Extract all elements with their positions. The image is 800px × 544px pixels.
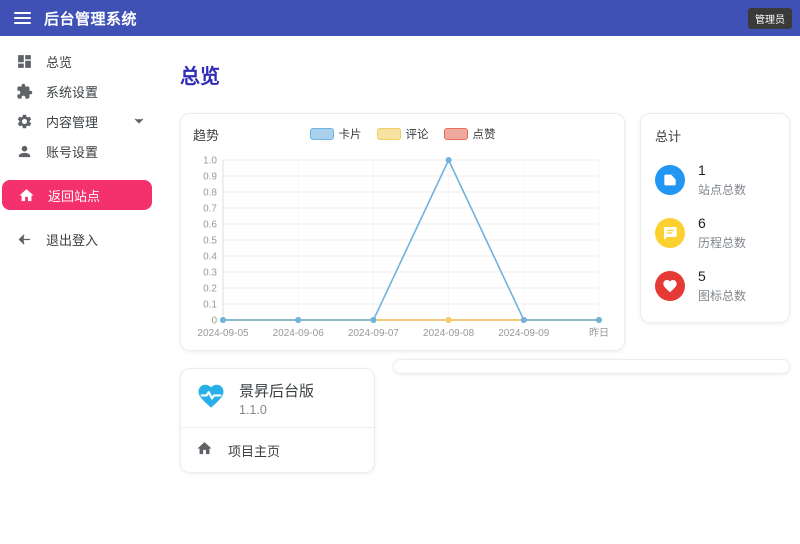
topbar: 后台管理系统 管理员 — [0, 0, 800, 36]
svg-text:2024-09-09: 2024-09-09 — [498, 328, 550, 339]
legend-label: 评论 — [406, 126, 429, 142]
svg-text:0: 0 — [211, 316, 217, 327]
stat-value: 6 — [698, 215, 746, 231]
sidebar-item-label: 账号设置 — [46, 142, 98, 161]
app-version: 1.1.0 — [239, 403, 314, 417]
sidebar-item-2[interactable]: 内容管理 — [0, 106, 160, 136]
home-icon — [17, 186, 35, 204]
sidebar: 总览系统设置内容管理账号设置返回站点退出登入 — [0, 36, 160, 254]
menu-icon[interactable] — [14, 10, 31, 26]
sidebar-item-4[interactable]: 返回站点 — [2, 180, 152, 210]
legend-label: 点赞 — [473, 126, 496, 142]
stat-label: 图标总数 — [698, 287, 746, 304]
sidebar-item-1[interactable]: 系统设置 — [0, 76, 160, 106]
arrow-left-icon — [15, 230, 33, 248]
admin-button[interactable]: 管理员 — [748, 8, 792, 29]
project-home-link[interactable]: 项目主页 — [181, 428, 374, 472]
legend-swatch — [377, 128, 401, 140]
sidebar-item-3[interactable]: 账号设置 — [0, 136, 160, 166]
svg-text:2024-09-06: 2024-09-06 — [273, 328, 325, 339]
heart-pulse-icon — [196, 381, 226, 416]
puzzle-icon — [15, 82, 33, 100]
legend-label: 卡片 — [339, 126, 362, 142]
totals-card-title: 总计 — [655, 126, 775, 145]
svg-text:0.6: 0.6 — [203, 220, 217, 231]
svg-text:2024-09-07: 2024-09-07 — [348, 328, 400, 339]
sidebar-item-label: 系统设置 — [46, 82, 98, 101]
about-card: 景昇后台版 1.1.0 项目主页 — [180, 368, 375, 473]
legend-item-0[interactable]: 卡片 — [310, 126, 362, 142]
dashboard-icon — [15, 52, 33, 70]
svg-text:昨日: 昨日 — [589, 327, 609, 339]
svg-text:0.4: 0.4 — [203, 252, 217, 263]
stat-value: 1 — [698, 162, 746, 178]
svg-text:2024-09-08: 2024-09-08 — [423, 328, 475, 339]
svg-text:0.8: 0.8 — [203, 188, 217, 199]
svg-text:0.1: 0.1 — [203, 300, 217, 311]
svg-text:0.9: 0.9 — [203, 172, 217, 183]
trend-card: 趋势 卡片评论点赞 00.10.20.30.40.50.60.70.80.91.… — [180, 113, 625, 351]
person-icon — [15, 142, 33, 160]
home-icon — [196, 440, 213, 460]
chevron-down-icon[interactable] — [132, 114, 146, 128]
svg-text:1.0: 1.0 — [203, 156, 217, 167]
sidebar-item-label: 总览 — [46, 52, 72, 71]
totals-stats: 1 站点总数 6 历程总数 5 图标总数 — [655, 162, 775, 304]
stat-row-0: 1 站点总数 — [655, 162, 775, 198]
app-name: 景昇后台版 — [239, 380, 314, 401]
app-title: 后台管理系统 — [44, 8, 137, 29]
sidebar-item-label: 退出登入 — [46, 230, 98, 249]
svg-text:0.2: 0.2 — [203, 284, 217, 295]
svg-text:2024-09-05: 2024-09-05 — [197, 328, 249, 339]
trend-line-chart[interactable]: 0 0.1 0.2 0.3 0.4 0.5 0.6 0.7 0.8 0.9 1.0 2024-09-0… — [193, 150, 613, 346]
sidebar-item-label: 返回站点 — [48, 186, 100, 205]
stat-row-2: 5 图标总数 — [655, 268, 775, 304]
svg-text:0.3: 0.3 — [203, 268, 217, 279]
stat-label: 历程总数 — [698, 234, 746, 251]
stat-row-1: 6 历程总数 — [655, 215, 775, 251]
sidebar-item-5[interactable]: 退出登入 — [0, 224, 160, 254]
main-content: 总览 趋势 卡片评论点赞 00.10.20.30.40.50.60.70.80.… — [160, 36, 800, 473]
legend-swatch — [444, 128, 468, 140]
sidebar-item-0[interactable]: 总览 — [0, 46, 160, 76]
legend-item-1[interactable]: 评论 — [377, 126, 429, 142]
stat-label: 站点总数 — [698, 181, 746, 198]
legend-item-2[interactable]: 点赞 — [444, 126, 496, 142]
legend-swatch — [310, 128, 334, 140]
project-home-label: 项目主页 — [228, 441, 280, 460]
card-icon — [655, 165, 685, 195]
gear-icon — [15, 112, 33, 130]
svg-text:0.5: 0.5 — [203, 236, 217, 247]
empty-card — [393, 359, 790, 374]
chart-legend: 卡片 评论 点赞 — [181, 126, 624, 142]
sidebar-item-label: 内容管理 — [46, 112, 98, 131]
stat-value: 5 — [698, 268, 746, 284]
comment-icon — [655, 218, 685, 248]
page-title: 总览 — [180, 60, 790, 89]
heart-icon — [655, 271, 685, 301]
totals-card: 总计 1 站点总数 6 历程总数 5 图标总数 — [640, 113, 790, 323]
svg-text:0.7: 0.7 — [203, 204, 217, 215]
